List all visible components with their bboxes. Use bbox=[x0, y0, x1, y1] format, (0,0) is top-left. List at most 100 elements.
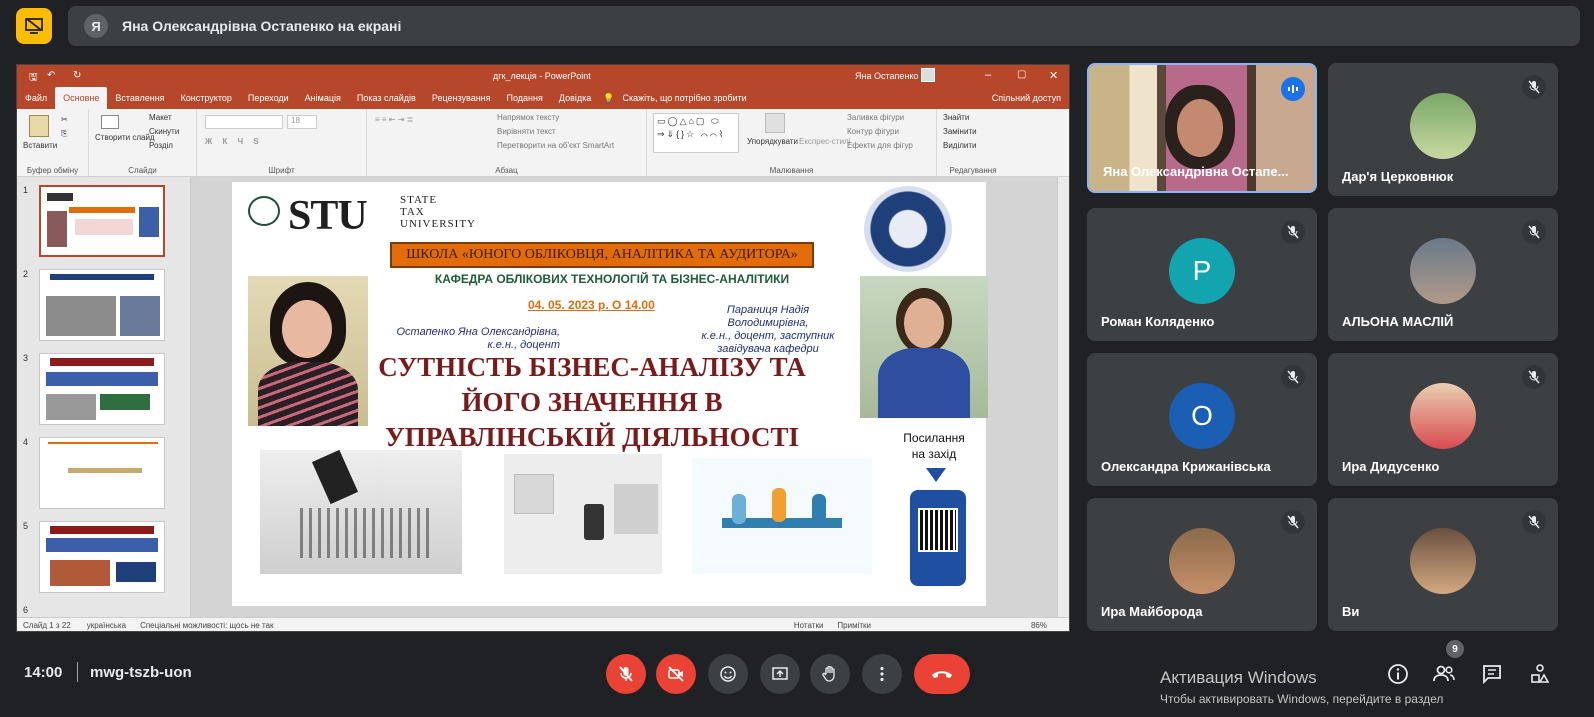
slide-thumbnail bbox=[39, 185, 165, 257]
presenter-banner: Я Яна Олександрівна Остапенко на екрані bbox=[68, 6, 1580, 46]
reactions-button[interactable] bbox=[708, 654, 748, 694]
leave-call-button[interactable] bbox=[914, 654, 970, 694]
mic-off-icon bbox=[1522, 220, 1546, 244]
participant-tile-self[interactable]: Ви bbox=[1328, 498, 1558, 631]
vertical-scrollbar bbox=[1057, 177, 1069, 617]
paragraph-group-label: Абзац bbox=[495, 166, 518, 175]
thumb-number: 2 bbox=[23, 269, 29, 279]
shapes-gallery: ▭◯△⌂▢ ⬭ ⇒⇓{}☆ ⌒⌒⌇ bbox=[653, 113, 739, 153]
thumb-number: 3 bbox=[23, 353, 29, 363]
mic-off-icon bbox=[1281, 365, 1305, 389]
thumb-number: 1 bbox=[23, 185, 29, 195]
shape-effects-label: Ефекти для фігур bbox=[847, 141, 913, 150]
arrange-icon bbox=[765, 113, 785, 133]
tab-insert: Вставлення bbox=[115, 93, 165, 103]
undo-icon: ↶ bbox=[47, 70, 56, 81]
present-to-all-icon bbox=[25, 18, 43, 34]
replace-label: Замінити bbox=[943, 127, 977, 136]
slides-group-label: Слайди bbox=[128, 166, 157, 175]
raise-hand-button[interactable] bbox=[810, 654, 850, 694]
slide-thumbnail bbox=[39, 269, 165, 341]
mic-toggle-button[interactable] bbox=[606, 654, 646, 694]
ppt-ribbon-tabs: Файл Основне Вставлення Конструктор Пере… bbox=[17, 87, 1069, 109]
editing-group-label: Редагування bbox=[949, 166, 997, 175]
chat-icon bbox=[1483, 665, 1501, 685]
ribbon-group-paragraph: ≡ ≡ ⇤ ⇥ ≣ Напрямок тексту Вирівняти текс… bbox=[367, 109, 647, 177]
more-vertical-icon bbox=[880, 666, 884, 682]
tab-transitions: Переходи bbox=[247, 93, 289, 103]
ribbon-group-slides: Створити слайд Макет Скинути Розділ Слай… bbox=[89, 109, 197, 177]
slide-thumbnail bbox=[39, 521, 165, 593]
participant-name: Ира Дидусенко bbox=[1342, 459, 1440, 474]
section-label: Розділ bbox=[149, 141, 173, 150]
close-icon: ✕ bbox=[1049, 70, 1059, 82]
thumb-number: 6 bbox=[23, 605, 29, 615]
font-group-label: Шрифт bbox=[268, 166, 295, 175]
participant-tile[interactable]: O Олександра Крижанівська bbox=[1087, 353, 1317, 486]
mic-off-icon bbox=[619, 666, 633, 682]
stu-subtitle: STATE TAX UNIVERSITY bbox=[400, 194, 476, 230]
slide-thumbnail bbox=[39, 437, 165, 509]
tab-view: Подання bbox=[506, 93, 543, 103]
participant-avatar bbox=[1410, 383, 1476, 449]
paste-label: Вставити bbox=[23, 141, 58, 150]
event-date: 04. 05. 2023 р. О 14.00 bbox=[528, 298, 655, 312]
text-direction-label: Напрямок тексту bbox=[497, 113, 560, 122]
font-name-box bbox=[205, 115, 283, 129]
presenter-banner-text: Яна Олександрівна Остапенко на екрані bbox=[122, 18, 402, 34]
presentation-icon-button[interactable] bbox=[16, 8, 52, 44]
thumb-number: 5 bbox=[23, 521, 29, 531]
present-now-button[interactable] bbox=[760, 654, 800, 694]
speaker2-caption: Параниця Надія Володимирівна, к.е.н., до… bbox=[701, 304, 835, 355]
business-drawing-image bbox=[260, 450, 462, 574]
shape-fill-label: Заливка фігури bbox=[847, 113, 905, 122]
participant-tile[interactable]: АЛЬОНА МАСЛІЙ bbox=[1328, 208, 1558, 341]
ppt-window-title: дгк_лекція - PowerPoint bbox=[493, 71, 591, 81]
slide: STU STATE TAX UNIVERSITY ШКОЛА «ЮНОГО ОБ… bbox=[232, 182, 988, 606]
meeting-details-button[interactable] bbox=[1384, 660, 1412, 688]
participant-tile[interactable]: Ира Дидусенко bbox=[1328, 353, 1558, 486]
event-link-caption: Посилання на захід bbox=[903, 431, 965, 461]
reset-label: Скинути bbox=[149, 127, 180, 136]
people-button[interactable] bbox=[1430, 660, 1458, 688]
mic-off-icon bbox=[1281, 220, 1305, 244]
cut-icon: ✂ bbox=[61, 115, 68, 124]
participant-tile-presenter[interactable]: Яна Олександрівна Остапе... bbox=[1087, 63, 1317, 193]
participant-avatar: O bbox=[1169, 383, 1235, 449]
office-desk-image bbox=[504, 454, 662, 574]
camera-toggle-button[interactable] bbox=[656, 654, 696, 694]
meeting-time: 14:00 bbox=[24, 664, 63, 681]
phone-qr-illustration bbox=[900, 490, 980, 590]
more-options-button[interactable] bbox=[862, 654, 902, 694]
mic-off-icon bbox=[1522, 75, 1546, 99]
participant-name: Роман Коляденко bbox=[1101, 314, 1215, 329]
chat-button[interactable] bbox=[1478, 660, 1506, 688]
school-banner: ШКОЛА «ЮНОГО ОБЛІКОВЦЯ, АНАЛІТИКА ТА АУД… bbox=[390, 242, 814, 268]
participant-tile[interactable]: P Роман Коляденко bbox=[1087, 208, 1317, 341]
accessibility-status: Спеціальні можливості: щось не так bbox=[140, 621, 274, 630]
tab-animations: Анімація bbox=[304, 93, 341, 103]
mic-off-icon bbox=[1522, 510, 1546, 534]
thumb-number: 4 bbox=[23, 437, 29, 447]
windows-activation-subtitle: Чтобы активировать Windows, перейдите в … bbox=[1160, 692, 1444, 706]
participant-name: АЛЬОНА МАСЛІЙ bbox=[1342, 314, 1454, 329]
slide-thumbnail bbox=[39, 353, 165, 425]
participant-avatar: P bbox=[1169, 238, 1235, 304]
mic-off-icon bbox=[1522, 365, 1546, 389]
language-status: українська bbox=[86, 621, 127, 630]
ribbon-group-font: 18 Ж К Ч S Шрифт bbox=[197, 109, 367, 177]
arrow-down-icon bbox=[926, 468, 946, 482]
ribbon-group-clipboard: Вставити ✂ ⎘ Буфер обміну bbox=[17, 109, 89, 177]
main-slide-title: СУТНІСТЬ БІЗНЕС-АНАЛІЗУ ТА ЙОГО ЗНАЧЕННЯ… bbox=[378, 352, 806, 452]
participant-tile[interactable]: Дар'я Церковнюк bbox=[1328, 63, 1558, 196]
minimize-icon: – bbox=[985, 69, 992, 81]
zoom-level: 86% bbox=[1030, 621, 1047, 630]
participant-avatar bbox=[1410, 238, 1476, 304]
participant-tile[interactable]: Ира Майборода bbox=[1087, 498, 1317, 631]
smartart-label: Перетворити на об'єкт SmartArt bbox=[497, 141, 615, 150]
lightbulb-icon: 💡 bbox=[603, 93, 615, 103]
layout-label: Макет bbox=[149, 113, 172, 122]
new-slide-label: Створити слайд bbox=[95, 133, 155, 142]
speaking-indicator-icon bbox=[1281, 77, 1305, 101]
activities-button[interactable] bbox=[1526, 660, 1554, 688]
